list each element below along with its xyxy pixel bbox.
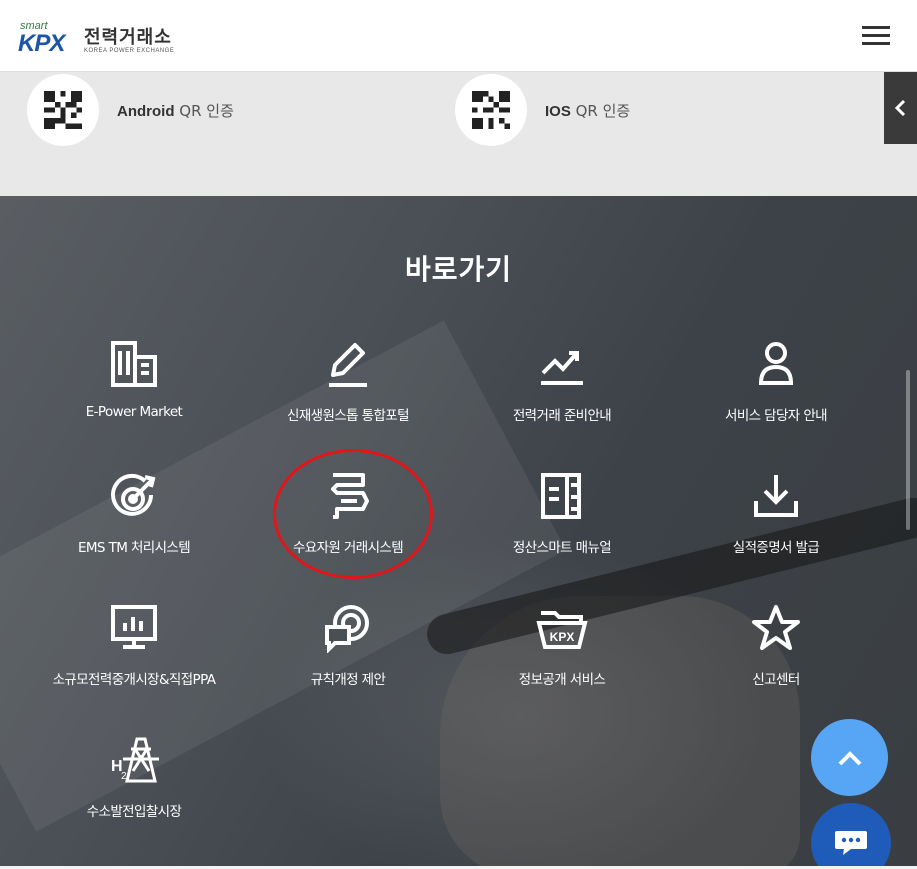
shortcut-trade-preparation[interactable]: 전력거래 준비안내 — [455, 334, 669, 444]
shortcut-label: 전력거래 준비안내 — [512, 408, 612, 424]
trend-chart-icon — [532, 334, 592, 394]
pencil-icon — [318, 334, 378, 394]
qr-code-icon — [27, 74, 99, 146]
shortcut-hydrogen-bidding[interactable]: H 2 수소발전입찰시장 — [27, 730, 241, 840]
shortcut-report-center[interactable]: 신고센터 — [669, 598, 883, 708]
shortcut-small-power-ppa[interactable]: 소규모전력중개시장&직접PPA — [27, 598, 241, 708]
shortcut-label: 소규모전력중개시장&직접PPA — [52, 672, 216, 688]
kpx-logo[interactable]: smart KPX 전력거래소 KOREA POWER EXCHANGE — [18, 20, 175, 57]
android-label: Android — [117, 102, 175, 120]
shortcut-label: 수소발전입찰시장 — [86, 804, 182, 820]
svg-text:2: 2 — [121, 771, 127, 782]
shortcut-label: 수요자원 거래시스템 — [292, 540, 404, 556]
logo-korean-name: 전력거래소 — [84, 27, 172, 48]
shortcut-label: E-Power Market — [85, 404, 183, 420]
android-qr-link[interactable]: Android QR 인증 — [27, 74, 234, 146]
section-title: 바로가기 — [404, 253, 513, 286]
manual-icon — [532, 466, 592, 526]
site-header: smart KPX 전력거래소 KOREA POWER EXCHANGE — [0, 0, 917, 72]
shortcut-demand-resource-system[interactable]: 수요자원 거래시스템 — [241, 466, 455, 576]
shortcuts-section: 바로가기 E-Power Market 신재생원스톱 통합포털 전력거래 준비안… — [0, 196, 917, 869]
shortcut-e-power-market[interactable]: E-Power Market — [27, 334, 241, 444]
svg-text:KPX: KPX — [550, 630, 575, 644]
qr-auth-text: QR 인증 — [575, 101, 631, 120]
star-icon — [746, 598, 806, 658]
shortcut-label: 정산스마트 매뉴얼 — [512, 540, 612, 556]
scrollbar[interactable] — [906, 370, 910, 530]
person-icon — [746, 334, 806, 394]
shortcut-ems-tm[interactable]: EMS TM 처리시스템 — [27, 466, 241, 576]
chevron-up-icon[interactable] — [811, 719, 888, 796]
download-icon — [746, 466, 806, 526]
hydrogen-tower-icon: H 2 — [104, 730, 164, 790]
shortcut-settlement-manual[interactable]: 정산스마트 매뉴얼 — [455, 466, 669, 576]
shortcut-certificate-issue[interactable]: 실적증명서 발급 — [669, 466, 883, 576]
ios-qr-label: IOS QR 인증 — [545, 100, 630, 121]
logo-english-name: KOREA POWER EXCHANGE — [84, 48, 175, 54]
shortcut-service-contact[interactable]: 서비스 담당자 안내 — [669, 334, 883, 444]
shortcut-label: 규칙개정 제안 — [310, 672, 386, 688]
building-icon — [104, 334, 164, 394]
speech-target-icon — [318, 598, 378, 658]
shortcut-label: 신재생원스톱 통합포털 — [287, 408, 410, 424]
qr-code-icon — [455, 74, 527, 146]
logo-kpx-text: KPX — [18, 30, 65, 57]
shortcut-label: 실적증명서 발급 — [732, 540, 820, 556]
ios-qr-link[interactable]: IOS QR 인증 — [455, 74, 630, 146]
shortcut-rule-amendment[interactable]: 규칙개정 제안 — [241, 598, 455, 708]
ios-label: IOS — [545, 102, 571, 120]
shortcut-label: 신고센터 — [752, 672, 800, 688]
qr-auth-text: QR 인증 — [179, 101, 234, 120]
shortcut-label: 서비스 담당자 안내 — [725, 408, 828, 424]
logo-mark: smart KPX — [18, 20, 78, 57]
chevron-left-icon[interactable] — [884, 72, 917, 144]
logo-text: 전력거래소 KOREA POWER EXCHANGE — [84, 27, 175, 55]
android-qr-label: Android QR 인증 — [117, 100, 234, 121]
shortcut-renewable-portal[interactable]: 신재생원스톱 통합포털 — [241, 334, 455, 444]
shortcut-info-disclosure[interactable]: KPX 정보공개 서비스 — [455, 598, 669, 708]
presentation-chart-icon — [104, 598, 164, 658]
target-icon — [104, 466, 164, 526]
shortcut-label: EMS TM 처리시스템 — [77, 540, 191, 556]
shortcut-label: 정보공개 서비스 — [518, 672, 606, 688]
kpx-folder-icon: KPX — [532, 598, 592, 658]
qr-auth-strip: Android QR 인증 IOS QR 인증 — [0, 72, 917, 196]
hamburger-icon[interactable] — [862, 24, 892, 48]
document-arrow-icon — [318, 466, 378, 526]
